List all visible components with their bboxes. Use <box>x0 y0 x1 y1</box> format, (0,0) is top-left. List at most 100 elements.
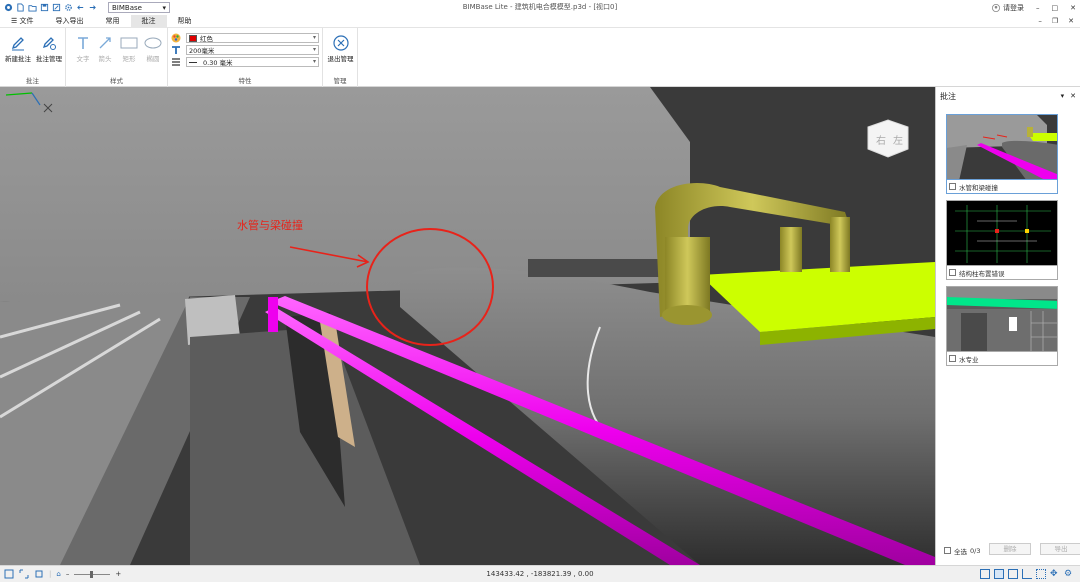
close-circle-icon <box>332 35 349 51</box>
save-icon[interactable] <box>40 3 49 12</box>
font-size-select[interactable]: 200毫米 ▾ <box>186 45 319 55</box>
text-tool-button[interactable]: 文字 <box>74 35 92 63</box>
ribbon-group-label: 管理 <box>333 77 347 85</box>
annotation-card[interactable]: 水管和梁碰撞 <box>946 114 1058 194</box>
panel-title: 批注 <box>940 91 956 101</box>
color-palette-icon <box>171 33 181 43</box>
export-button[interactable]: 导出 <box>1040 543 1080 555</box>
chevron-down-icon: ▾ <box>162 3 166 12</box>
olive-pipe-end <box>662 305 712 325</box>
annotation-checkbox[interactable] <box>949 269 956 276</box>
ribbon-group-annotation: 新建批注 批注管理 批注 <box>0 28 66 87</box>
maximize-icon[interactable]: □ <box>1052 4 1059 12</box>
annotation-card[interactable]: 结构柱布置错误 <box>946 200 1058 280</box>
doc-restore-icon[interactable]: ❐ <box>1052 15 1058 28</box>
line-weight-select[interactable]: 0.30 毫米 ▾ <box>186 57 319 67</box>
exit-manage-button[interactable]: 退出管理 <box>325 35 356 63</box>
new-annotation-button[interactable]: 新建批注 <box>4 35 32 63</box>
annotation-thumbnail[interactable] <box>946 286 1058 352</box>
navigate-icon[interactable]: ✥ <box>1050 569 1060 579</box>
user-avatar-icon <box>992 3 1000 12</box>
ortho-icon[interactable] <box>1008 569 1018 579</box>
selection-count: 0/3 <box>970 546 981 555</box>
status-bar: | ⌂ – + 143433.42 , -183821.39 , 0.00 ✥ … <box>0 565 1080 582</box>
line-weight-value: 0.30 毫米 <box>203 59 233 67</box>
view-cube[interactable]: 右 左 <box>867 119 909 158</box>
chevron-down-icon: ▾ <box>312 58 316 65</box>
olive-pipe-branch <box>780 227 802 272</box>
font-size-t-icon <box>172 46 180 54</box>
menu-annotation[interactable]: 批注 <box>130 14 167 28</box>
login-button[interactable]: 请登录 <box>992 3 1024 13</box>
chevron-down-icon: ▾ <box>312 46 316 53</box>
annotation-label: 水专业 <box>959 355 979 364</box>
minimize-icon[interactable]: – <box>1036 4 1040 12</box>
annotation-thumbnail[interactable] <box>946 114 1058 180</box>
annotation-text[interactable]: 水管与梁碰撞 <box>237 218 303 232</box>
rectangle-tool-button[interactable]: 矩形 <box>120 35 138 63</box>
ellipse-icon <box>144 37 162 49</box>
menu-file[interactable]: ☰ 文件 <box>0 15 45 28</box>
close-icon[interactable]: ✕ <box>1070 4 1076 12</box>
text-t-icon <box>78 37 88 49</box>
color-value: 红色 <box>200 35 213 43</box>
doc-close-icon[interactable]: ✕ <box>1068 15 1074 28</box>
new-file-icon[interactable] <box>16 3 25 12</box>
save-as-icon[interactable] <box>52 3 61 12</box>
workspace-select[interactable]: BIMBase ▾ <box>108 2 170 13</box>
select-all-checkbox[interactable] <box>944 547 951 554</box>
snap-icon[interactable] <box>994 569 1004 579</box>
panel-dropdown-icon[interactable]: ▾ <box>1061 92 1065 100</box>
ribbon-group-label: 批注 <box>26 77 39 85</box>
annotation-thumbnail[interactable] <box>946 200 1058 266</box>
select-all-label: 全选 <box>954 547 967 556</box>
ellipse-tool-button[interactable]: 椭圆 <box>144 35 162 63</box>
title-bar: BIMBase ▾ BIMBase Lite - 建筑机电合模模型.p3d - … <box>0 0 1080 15</box>
scene-render: 右 左 水管与梁碰撞 <box>0 87 935 565</box>
annotation-card[interactable]: 水专业 <box>946 286 1058 366</box>
magenta-pipe-riser <box>268 297 278 332</box>
annotation-checkbox[interactable] <box>949 183 956 190</box>
ribbon: 新建批注 批注管理 批注 文字 箭头 矩形 椭圆 样式 特性 红色 ▾ 200毫… <box>0 28 1080 87</box>
panel-footer: 全选 0/3 删除 导出 <box>944 543 1080 557</box>
manage-annotation-button[interactable]: 批注管理 <box>34 35 64 63</box>
thumbnail-image <box>947 115 1057 179</box>
olive-pipe-vertical <box>665 237 710 317</box>
thumbnail-image <box>947 201 1057 265</box>
color-select[interactable]: 红色 ▾ <box>186 33 319 43</box>
pencil-icon <box>11 37 24 51</box>
delete-button[interactable]: 删除 <box>989 543 1031 555</box>
redo-arrow-icon[interactable] <box>88 3 97 12</box>
menu-help[interactable]: 帮助 <box>167 15 203 28</box>
quick-access-toolbar: BIMBase ▾ <box>0 2 170 13</box>
display-mode-icon[interactable] <box>980 569 990 579</box>
settings-icon[interactable]: ⚙ <box>1064 569 1074 579</box>
ribbon-group-style: 文字 箭头 矩形 椭圆 样式 <box>66 28 168 87</box>
axis-icon[interactable] <box>1022 569 1032 579</box>
undo-arrow-icon[interactable] <box>76 3 85 12</box>
arrow-tool-button[interactable]: 箭头 <box>96 35 114 63</box>
ribbon-group-label: 样式 <box>110 77 123 85</box>
thumbnail-image <box>947 287 1057 351</box>
3d-viewport[interactable]: 右 左 水管与梁碰撞 <box>0 87 935 565</box>
chevron-down-icon: ▾ <box>312 34 316 41</box>
app-logo-icon <box>4 3 13 12</box>
panel-close-icon[interactable]: ✕ <box>1070 92 1076 100</box>
annotation-label: 水管和梁碰撞 <box>959 183 998 192</box>
view-cube-left-label: 左 <box>893 134 903 147</box>
settings-gear-icon[interactable] <box>64 3 73 12</box>
login-label: 请登录 <box>1003 3 1024 12</box>
grid-icon[interactable] <box>1036 569 1046 579</box>
menu-bar: ☰ 文件 导入导出 常用 批注 帮助 – ❐ ✕ <box>0 14 1080 28</box>
rectangle-icon <box>120 37 138 49</box>
menu-import-export[interactable]: 导入导出 <box>45 15 95 28</box>
font-size-value: 200毫米 <box>189 47 215 55</box>
menu-common[interactable]: 常用 <box>95 15 131 28</box>
pencil-manage-icon <box>42 37 56 50</box>
color-swatch <box>189 34 197 42</box>
annotation-checkbox[interactable] <box>949 355 956 362</box>
ribbon-group-manage: 退出管理 管理 <box>323 28 358 87</box>
ribbon-group-label: 特性 <box>238 77 252 85</box>
open-folder-icon[interactable] <box>28 3 37 12</box>
doc-minimize-icon[interactable]: – <box>1038 15 1042 28</box>
